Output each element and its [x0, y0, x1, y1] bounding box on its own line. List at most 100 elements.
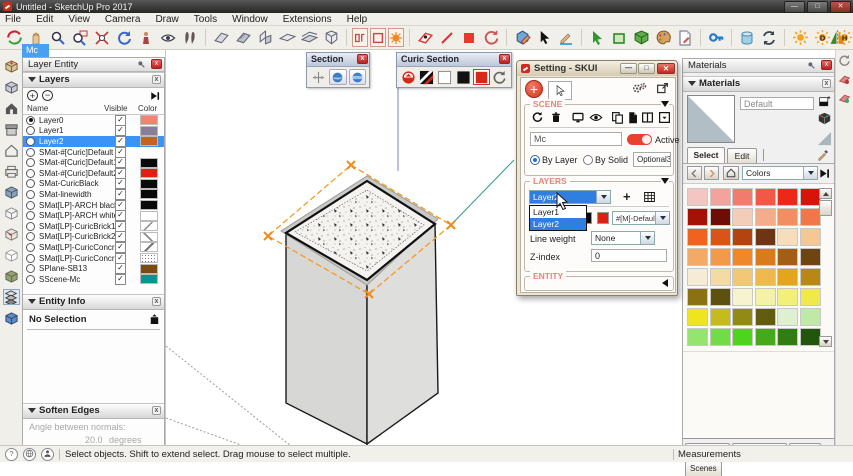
- skui-titlebar[interactable]: Setting - SKUI — □ ✕: [517, 61, 677, 76]
- menu-item[interactable]: Draw: [155, 14, 178, 25]
- layer-visible-checkbox[interactable]: ✓: [115, 210, 126, 221]
- close-button[interactable]: ✕: [830, 1, 851, 13]
- collections-dropdown[interactable]: Colors: [742, 166, 818, 180]
- layer-visible-checkbox[interactable]: ✓: [115, 242, 126, 253]
- menu-item[interactable]: Edit: [36, 14, 53, 25]
- color-swatch[interactable]: [755, 268, 776, 286]
- material-combo[interactable]: #[M]-Defaul: [612, 211, 670, 225]
- minimize-button[interactable]: —: [620, 63, 637, 74]
- edit-box-icon[interactable]: [512, 28, 532, 48]
- monitor-icon[interactable]: [571, 111, 585, 124]
- draw-line-icon[interactable]: [556, 28, 576, 48]
- color-swatch[interactable]: [777, 268, 798, 286]
- layer-color-swatch[interactable]: [140, 136, 158, 146]
- curic-section-fill-icon[interactable]: [459, 28, 479, 48]
- dropdown-box-icon[interactable]: [658, 111, 671, 124]
- color-swatch[interactable]: [732, 328, 753, 346]
- menu-item[interactable]: File: [5, 14, 21, 25]
- close-section-icon[interactable]: x: [152, 406, 161, 415]
- layer-active-radio[interactable]: [26, 169, 35, 178]
- table-row[interactable]: SScene-Mc ✓: [23, 274, 164, 285]
- color-swatch[interactable]: [755, 188, 776, 206]
- layer-color-swatch[interactable]: [140, 242, 158, 252]
- color-swatch[interactable]: [732, 208, 753, 226]
- section-solid-1-icon[interactable]: [277, 28, 297, 48]
- printer-icon[interactable]: [3, 163, 20, 179]
- pin-icon[interactable]: [137, 60, 146, 69]
- cube-front-icon[interactable]: [3, 247, 20, 263]
- color-swatch[interactable]: [755, 208, 776, 226]
- create-material-icon[interactable]: [818, 96, 831, 109]
- color-swatch[interactable]: [800, 248, 821, 266]
- layer-active-radio[interactable]: [26, 211, 35, 220]
- look-around-icon[interactable]: [158, 28, 178, 48]
- menu-item[interactable]: Extensions: [283, 14, 332, 25]
- minimize-button[interactable]: —: [784, 1, 805, 13]
- tab-select[interactable]: Select: [687, 147, 725, 163]
- layer-active-radio[interactable]: [26, 232, 35, 241]
- green-box-icon[interactable]: [631, 28, 651, 48]
- color-swatch[interactable]: [800, 328, 821, 346]
- color-swatch[interactable]: [687, 288, 708, 306]
- section-plane-tool-icon[interactable]: [310, 69, 327, 85]
- table-row[interactable]: SMat-#[Curic]Default ✓: [23, 147, 164, 158]
- layer-color-swatch[interactable]: [140, 232, 158, 242]
- add-layer-button[interactable]: +: [27, 90, 38, 101]
- column-color[interactable]: Color: [138, 104, 164, 113]
- scrollbar-thumb[interactable]: [819, 200, 832, 216]
- layer-color-swatch[interactable]: [140, 211, 158, 221]
- materials-section-header[interactable]: Materials x: [683, 76, 834, 92]
- mirror-icon[interactable]: [827, 28, 847, 48]
- color-swatch[interactable]: [687, 248, 708, 266]
- table-row[interactable]: SMat-linewidth ✓: [23, 189, 164, 200]
- color-swatch[interactable]: [777, 308, 798, 326]
- scene-tab-mc[interactable]: Mc: [22, 44, 49, 57]
- gears-icon[interactable]: [632, 82, 647, 95]
- layers-cube-icon[interactable]: [3, 289, 20, 305]
- display-section-cuts-toggle-icon[interactable]: [349, 69, 366, 85]
- pin-icon[interactable]: [807, 61, 816, 70]
- color-swatch[interactable]: [687, 268, 708, 286]
- eyedropper-icon[interactable]: [817, 147, 830, 161]
- layer-visible-checkbox[interactable]: ✓: [115, 115, 126, 126]
- detail-arrow-icon[interactable]: [819, 168, 830, 179]
- layer-active-radio[interactable]: [26, 201, 35, 210]
- collapse-icon[interactable]: [661, 101, 669, 107]
- secondary-pane-triangle-icon[interactable]: [817, 131, 832, 146]
- color-swatch[interactable]: [710, 328, 731, 346]
- table-row[interactable]: SMat[LP]-ARCH black ✓: [23, 200, 164, 211]
- layer-visible-checkbox[interactable]: ✓: [115, 147, 126, 158]
- layer-visible-checkbox[interactable]: ✓: [115, 263, 126, 274]
- table-row[interactable]: SPlane-SB13 ✓: [23, 263, 164, 274]
- color-swatch[interactable]: [710, 188, 731, 206]
- table-row[interactable]: Layer0 ✓: [23, 115, 164, 126]
- package-icon[interactable]: [3, 58, 20, 74]
- material-name-input[interactable]: [740, 97, 814, 110]
- entity-info-header[interactable]: Entity Info x: [23, 294, 164, 310]
- chevron-down-icon[interactable]: [803, 167, 817, 179]
- by-layer-radio[interactable]: [530, 155, 540, 165]
- color-swatch[interactable]: [710, 268, 731, 286]
- curic-refresh-icon[interactable]: [492, 69, 508, 85]
- color-swatch[interactable]: [755, 288, 776, 306]
- table-row[interactable]: SMat[LP]-CuricBrick2 ✓: [23, 232, 164, 243]
- paint-cube-icon[interactable]: [818, 112, 831, 125]
- color-swatch[interactable]: [732, 248, 753, 266]
- table-row[interactable]: SMat[LP]-CuricConcrete1 ✓: [23, 242, 164, 253]
- layer-visible-checkbox[interactable]: ✓: [115, 125, 126, 136]
- close-button[interactable]: ✕: [657, 63, 675, 74]
- color-swatch[interactable]: [687, 328, 708, 346]
- columns-icon[interactable]: [641, 111, 654, 124]
- z-index-input[interactable]: [591, 249, 667, 262]
- table-row[interactable]: SMat[LP]-ARCH white ✓: [23, 210, 164, 221]
- select-cursor-icon[interactable]: [534, 28, 554, 48]
- color-swatch[interactable]: [732, 308, 753, 326]
- remove-layer-button[interactable]: −: [42, 90, 53, 101]
- refresh-icon[interactable]: [759, 28, 779, 48]
- menu-item[interactable]: View: [68, 14, 90, 25]
- add-circle-button[interactable]: +: [525, 80, 543, 98]
- color-swatch[interactable]: [710, 308, 731, 326]
- zoom-window-icon[interactable]: [70, 28, 90, 48]
- red-fill-icon[interactable]: [473, 69, 489, 85]
- active-toggle[interactable]: [627, 134, 652, 145]
